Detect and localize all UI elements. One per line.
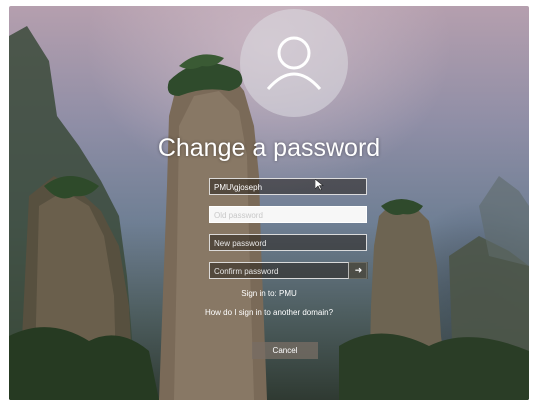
old-password-field[interactable]: Old password — [209, 206, 367, 223]
username-field[interactable]: PMU\gjoseph — [209, 178, 367, 195]
mouse-cursor-icon — [315, 179, 324, 191]
other-domain-link[interactable]: How do I sign in to another domain? — [9, 308, 529, 317]
submit-button[interactable]: ➜ — [348, 262, 368, 279]
arrow-right-icon: ➜ — [354, 265, 363, 275]
sign-in-domain-label: Sign in to: PMU — [241, 289, 297, 298]
confirm-password-field[interactable]: Confirm password — [209, 262, 367, 279]
user-avatar — [240, 9, 348, 117]
cancel-button[interactable]: Cancel — [252, 342, 318, 359]
lock-screen: Change a password PMU\gjoseph Old passwo… — [9, 6, 529, 400]
page-title: Change a password — [157, 134, 381, 162]
user-icon — [266, 36, 322, 90]
new-password-field[interactable]: New password — [209, 234, 367, 251]
